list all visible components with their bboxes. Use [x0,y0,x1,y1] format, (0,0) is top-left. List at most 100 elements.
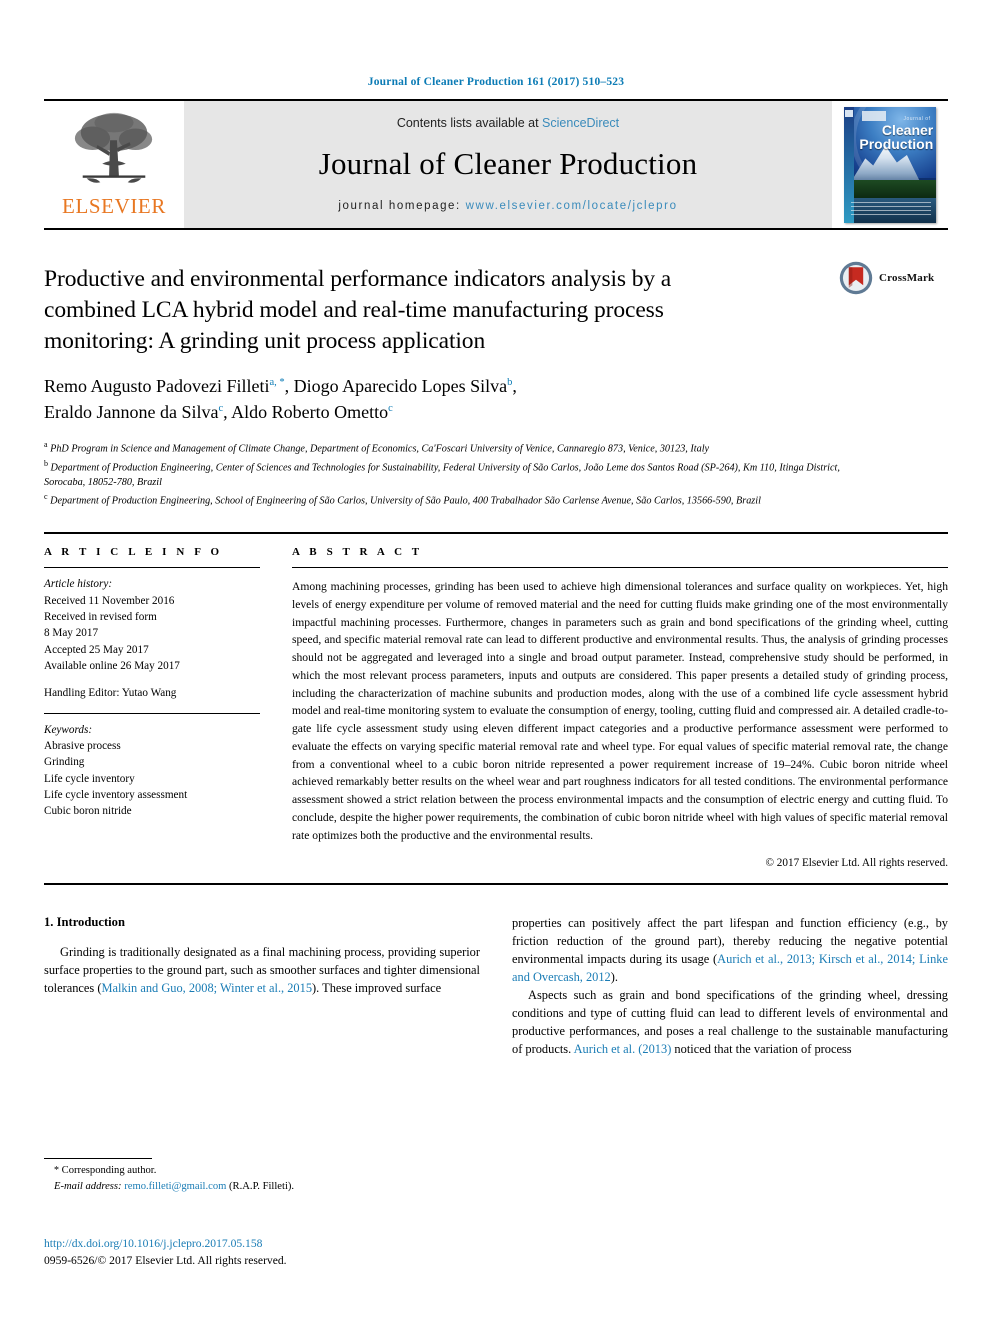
affiliation-c: c Department of Production Engineering, … [44,491,874,509]
article-info-divider [44,567,260,569]
elsevier-logo-block: ELSEVIER [44,101,184,228]
crossmark-label: CrossMark [879,272,935,284]
article-revised-date: 8 May 2017 [44,627,99,640]
intro-right-text-b: ). [610,970,618,985]
abstract-column: A B S T R A C T Among machining processe… [290,546,948,869]
issn-copyright-line: 0959-6526/© 2017 Elsevier Ltd. All right… [44,1253,287,1267]
article-info-column: A R T I C L E I N F O Article history: R… [44,546,290,869]
corresponding-author-line: * Corresponding author. [44,1163,480,1179]
title-area: CrossMark Productive and environmental p… [44,230,948,509]
citation-link[interactable]: Malkin and Guo, 2008; Winter et al., 201… [101,981,312,995]
affiliation-a-text: PhD Program in Science and Management of… [50,443,710,455]
affiliation-b-text: Department of Production Engineering, Ce… [44,462,840,488]
journal-homepage-line: journal homepage: www.elsevier.com/locat… [338,200,677,212]
abstract-text: Among machining processes, grinding has … [292,580,948,842]
keywords-label: Keywords: [44,723,93,736]
body-left-column: 1. Introduction Grinding is traditionall… [44,915,480,1059]
footnote-star-marker: * [54,1165,59,1176]
journal-cover-image: Journal of Cleaner Production [844,106,936,223]
citation-link[interactable]: Aurich et al. (2013) [574,1042,672,1056]
affiliation-b-marker: b [44,459,48,469]
author-separator-1: , [284,376,294,397]
doi-link[interactable]: http://dx.doi.org/10.1016/j.jclepro.2017… [44,1236,480,1253]
cover-title-line1: Cleaner [881,121,934,138]
corresponding-author-footnote: * Corresponding author. E-mail address: … [44,1158,480,1194]
homepage-prefix: journal homepage: [338,199,466,212]
corresponding-author-text: Corresponding author. [61,1165,157,1176]
journal-banner: Contents lists available at ScienceDirec… [184,101,832,228]
affiliation-a: a PhD Program in Science and Management … [44,439,874,457]
handling-editor: Handling Editor: Yutao Wang [44,687,177,700]
cover-footer-lines [851,201,932,218]
homepage-url-link[interactable]: www.elsevier.com/locate/jclepro [466,200,678,212]
intro-left-text-b: ). These improved surface [312,981,442,996]
affiliation-b: b Department of Production Engineering, … [44,458,874,490]
cover-volume-badge [845,109,853,117]
affiliation-c-marker: c [44,492,48,502]
page-title: Productive and environmental performance… [44,266,672,355]
abstract-divider [292,567,948,569]
doi-block: http://dx.doi.org/10.1016/j.jclepro.2017… [44,1236,480,1270]
cover-title-line2: Production [859,135,934,152]
keyword-item: Cubic boron nitride [44,805,132,818]
author-4-affiliation-marker: c [388,402,393,414]
abstract-copyright: © 2017 Elsevier Ltd. All rights reserved… [765,857,949,870]
crossmark-badge[interactable]: CrossMark [838,260,948,296]
email-attribution: (R.A.P. Filleti). [229,1180,295,1192]
journal-article-page: Journal of Cleaner Production 161 (2017)… [0,0,992,1323]
author-list: Remo Augusto Padovezi Filletia, *, Diogo… [44,374,804,425]
abstract-heading: A B S T R A C T [292,546,423,559]
sciencedirect-link[interactable]: ScienceDirect [542,116,619,130]
keywords-block: Keywords: Abrasive process Grinding Life… [44,722,260,820]
article-info-abstract-panel: A R T I C L E I N F O Article history: R… [44,532,948,886]
article-received-date: Received 11 November 2016 [44,594,175,607]
keyword-item: Grinding [44,756,85,769]
author-line-2: Eraldo Jannone da Silva c, Aldo Roberto O… [44,400,804,426]
contents-available-line: Contents lists available at ScienceDirec… [397,116,619,130]
intro-paragraph-right-1: properties can positively affect the par… [512,915,948,987]
keywords-divider [44,712,260,714]
crossmark-icon [839,261,873,295]
keyword-item: Life cycle inventory assessment [44,789,188,802]
intro-paragraph-right-2: Aspects such as grain and bond specifica… [512,987,948,1059]
running-head: Journal of Cleaner Production 161 (2017)… [367,76,625,88]
author-1-affiliation-marker: a, * [269,377,285,389]
elsevier-wordmark: ELSEVIER [62,194,166,218]
journal-masthead: ELSEVIER Contents lists available at Sci… [44,99,948,230]
keyword-item: Abrasive process [44,740,121,752]
author-name-2: Diogo Aparecido Lopes Silva [293,376,508,397]
author-line-1: Remo Augusto Padovezi Filletia, *, Diogo… [44,374,804,400]
article-available-online-date: Available online 26 May 2017 [44,659,180,672]
email-line: E-mail address: remo.filleti@gmail.com (… [44,1179,480,1194]
intro-right2-text-b: noticed that the variation of process [671,1042,852,1057]
author-name-3: Eraldo Jannone da Silva [44,401,219,422]
author-separator-2: , [223,401,232,422]
article-revised-label: Received in revised form [44,610,157,623]
email-address-label: E-mail address: [54,1180,122,1192]
article-info-heading: A R T I C L E I N F O [44,546,223,559]
journal-title: Journal of Cleaner Production [318,145,698,181]
cover-trees [844,179,936,199]
elsevier-tree-icon [74,112,153,183]
journal-cover-block: Journal of Cleaner Production [832,101,948,228]
affiliation-c-text: Department of Production Engineering, Sc… [50,495,761,507]
cover-small-title: Journal of [903,115,931,122]
affiliation-a-marker: a [44,440,48,450]
email-link[interactable]: remo.filleti@gmail.com [124,1181,226,1192]
affiliation-list: a PhD Program in Science and Management … [44,439,874,509]
keyword-item: Life cycle inventory [44,772,135,785]
body-right-column: properties can positively affect the par… [512,915,948,1059]
author-line-1-end: , [512,376,517,397]
article-history-block: Article history: Received 11 November 20… [44,576,260,701]
section-heading-introduction: 1. Introduction [44,915,125,930]
intro-paragraph-left: Grinding is traditionally designated as … [44,944,480,998]
author-name-1: Remo Augusto Padovezi Filleti [44,376,270,397]
cover-big-title: Cleaner Production [855,123,933,151]
contents-prefix: Contents lists available at [396,115,543,130]
cover-elsevier-mark [862,110,887,121]
author-name-4: Aldo Roberto Ometto [231,401,389,422]
footnote-divider [44,1158,152,1159]
article-body: 1. Introduction Grinding is traditionall… [44,915,948,1059]
article-history-label: Article history: [44,578,113,591]
